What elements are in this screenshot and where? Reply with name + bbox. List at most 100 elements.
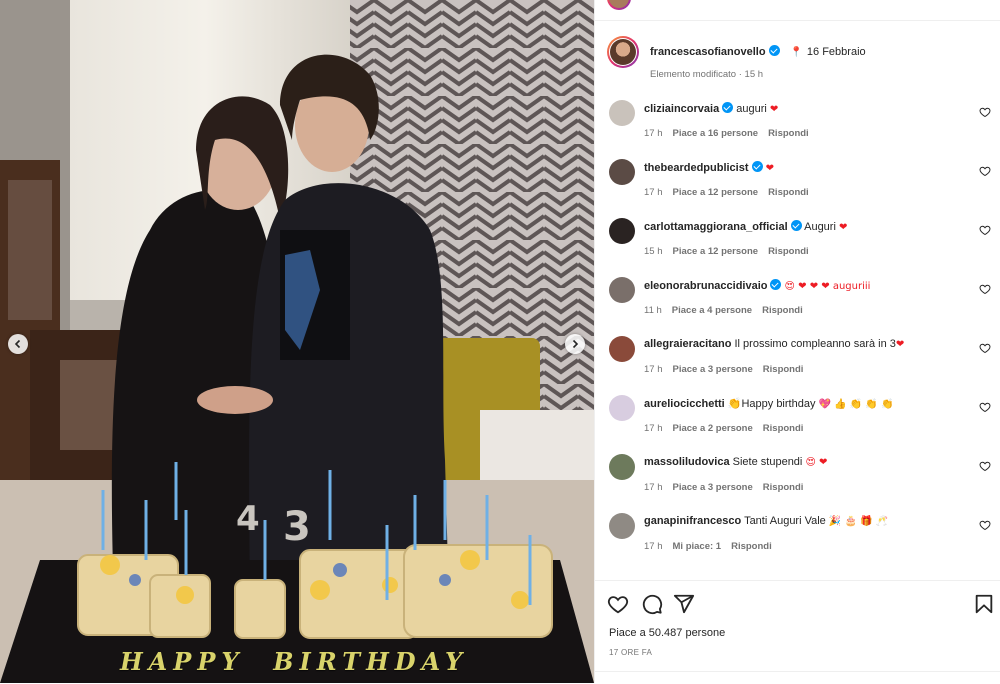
reply-button[interactable]: Rispondi bbox=[763, 423, 804, 434]
heart-icon[interactable] bbox=[607, 593, 629, 615]
reply-button[interactable]: Rispondi bbox=[768, 128, 809, 139]
likes-count[interactable]: Piace a 50.487 persone bbox=[609, 627, 725, 639]
author-avatar-small[interactable] bbox=[607, 0, 631, 10]
comment-likes[interactable]: Mi piace: 1 bbox=[673, 541, 722, 552]
commenter-avatar[interactable] bbox=[609, 159, 635, 185]
chevron-right-icon[interactable] bbox=[565, 334, 585, 354]
svg-text:3: 3 bbox=[283, 504, 311, 550]
commenter-avatar[interactable] bbox=[609, 277, 635, 303]
comment-like-heart-icon[interactable] bbox=[979, 224, 991, 236]
comment-username[interactable]: thebeardedpublicist bbox=[644, 162, 749, 174]
comment-time: 11 h bbox=[644, 305, 662, 316]
post-photo[interactable]: 3 4 HAPPY BIRTHDAY bbox=[0, 0, 594, 683]
chevron-left-icon[interactable] bbox=[8, 334, 28, 354]
comment-item: allegraieracitano Il prossimo compleanno… bbox=[607, 334, 997, 393]
comment-likes[interactable]: Piace a 12 persone bbox=[673, 187, 759, 198]
comment-time: 17 h bbox=[644, 423, 663, 434]
comment-like-heart-icon[interactable] bbox=[979, 283, 991, 295]
verified-badge-icon bbox=[790, 220, 802, 231]
commenter-avatar[interactable] bbox=[609, 395, 635, 421]
comment-emoji: 😍 ❤ ❤ ❤ auguriii bbox=[784, 281, 871, 292]
comment-emoji: 🎉 🎂 🎁 🥂 bbox=[828, 516, 889, 527]
comment-username[interactable]: allegraieracitano bbox=[644, 338, 731, 350]
comment-like-heart-icon[interactable] bbox=[979, 401, 991, 413]
comment-likes[interactable]: Piace a 3 persone bbox=[673, 482, 753, 493]
commenter-avatar[interactable] bbox=[609, 100, 635, 126]
reply-button[interactable]: Rispondi bbox=[731, 541, 772, 552]
comment-emoji: 💖 👍 👏 👏 👏 bbox=[818, 399, 894, 410]
comment-text: auguri bbox=[736, 103, 767, 115]
comment-username[interactable]: massoliludovica bbox=[644, 456, 730, 468]
comment-item: cliziaincorvaia auguri ❤ 17 h Piace a 16 … bbox=[607, 98, 997, 157]
caption-text: 16 Febbraio bbox=[806, 46, 866, 58]
comment-likes[interactable]: Piace a 4 persone bbox=[672, 305, 752, 316]
verified-badge-icon bbox=[768, 45, 780, 56]
reply-button[interactable]: Rispondi bbox=[768, 187, 809, 198]
comment-text: Auguri bbox=[804, 221, 836, 233]
comment-time: 15 h bbox=[644, 246, 663, 257]
reply-button[interactable]: Rispondi bbox=[763, 482, 804, 493]
reply-button[interactable]: Rispondi bbox=[763, 364, 804, 375]
commenter-avatar[interactable] bbox=[609, 218, 635, 244]
cake-lettering: HAPPY BIRTHDAY bbox=[120, 647, 469, 676]
comments-list[interactable]: cliziaincorvaia auguri ❤ 17 h Piace a 16 … bbox=[607, 98, 997, 580]
pin-emoji: 📍 bbox=[790, 47, 803, 58]
comment-time: 17 h bbox=[644, 364, 663, 375]
comment-like-heart-icon[interactable] bbox=[979, 460, 991, 472]
comment-like-heart-icon[interactable] bbox=[979, 106, 991, 118]
post-actions-bar: Piace a 50.487 persone 17 ORE FA bbox=[595, 580, 1000, 684]
bookmark-icon[interactable] bbox=[973, 593, 995, 615]
verified-badge-icon bbox=[722, 102, 734, 113]
comment-item: carlottamaggiorana_official Auguri ❤ 15 … bbox=[607, 216, 997, 275]
edited-label: Elemento modificato bbox=[650, 69, 737, 80]
verified-badge-icon bbox=[770, 279, 782, 290]
post-side-panel: francescasofianovello 📍 16 Febbraio Elem… bbox=[594, 0, 1000, 683]
commenter-avatar[interactable] bbox=[609, 336, 635, 362]
comment-emoji: 😍 ❤ bbox=[805, 457, 828, 468]
verified-badge-icon bbox=[751, 161, 763, 172]
comment-item: aureliocicchetti 👏Happy birthday 💖 👍 👏 👏… bbox=[607, 393, 997, 452]
photo-illustration: 3 4 bbox=[0, 0, 594, 683]
edited-time: 15 h bbox=[744, 69, 764, 80]
comment-icon[interactable] bbox=[641, 593, 663, 615]
comment-text: Tanti Auguri Vale bbox=[744, 515, 826, 527]
comment-item: thebeardedpublicist ❤ 17 h Piace a 12 per… bbox=[607, 157, 997, 216]
author-username[interactable]: francescasofianovello bbox=[650, 46, 766, 58]
comment-like-heart-icon[interactable] bbox=[979, 519, 991, 531]
post-time[interactable]: 17 ORE FA bbox=[609, 648, 652, 657]
comment-time: 17 h bbox=[644, 187, 663, 198]
comment-likes[interactable]: Piace a 3 persone bbox=[673, 364, 753, 375]
comment-like-heart-icon[interactable] bbox=[979, 342, 991, 354]
commenter-avatar[interactable] bbox=[609, 454, 635, 480]
comment-time: 17 h bbox=[644, 128, 663, 139]
comment-text: 👏Happy birthday bbox=[727, 398, 816, 410]
comment-username[interactable]: cliziaincorvaia bbox=[644, 103, 719, 115]
comment-emoji: ❤ bbox=[765, 163, 774, 174]
svg-text:4: 4 bbox=[236, 499, 260, 539]
comment-text: Siete stupendi bbox=[732, 456, 803, 468]
comment-time: 17 h bbox=[644, 541, 663, 552]
author-avatar[interactable] bbox=[607, 36, 639, 68]
reply-button[interactable]: Rispondi bbox=[762, 305, 803, 316]
comment-emoji: ❤ bbox=[769, 104, 779, 115]
reply-button[interactable]: Rispondi bbox=[768, 246, 809, 257]
comment-text: Il prossimo compleanno sarà in 3 bbox=[734, 338, 896, 350]
comment-username[interactable]: ganapinifrancesco bbox=[644, 515, 741, 527]
comment-username[interactable]: carlottamaggiorana_official bbox=[644, 221, 788, 233]
comment-likes[interactable]: Piace a 12 persone bbox=[673, 246, 759, 257]
comment-username[interactable]: aureliocicchetti bbox=[644, 398, 725, 410]
comment-likes[interactable]: Piace a 2 persone bbox=[673, 423, 753, 434]
comment-likes[interactable]: Piace a 16 persone bbox=[673, 128, 759, 139]
comment-item: massoliludovica Siete stupendi 😍 ❤ 17 h P… bbox=[607, 452, 997, 511]
comment-item: eleonorabrunaccidivaio 😍 ❤ ❤ ❤ auguriii … bbox=[607, 275, 997, 334]
comment-emoji: ❤ bbox=[895, 339, 905, 350]
comment-like-heart-icon[interactable] bbox=[979, 165, 991, 177]
comment-username[interactable]: eleonorabrunaccidivaio bbox=[644, 280, 767, 292]
comment-emoji: ❤ bbox=[838, 222, 848, 233]
comment-item: ganapinifrancesco Tanti Auguri Vale 🎉 🎂 … bbox=[607, 511, 997, 570]
share-icon[interactable] bbox=[673, 593, 695, 615]
post-header bbox=[595, 0, 1000, 21]
divider bbox=[595, 671, 1000, 672]
commenter-avatar[interactable] bbox=[609, 513, 635, 539]
comment-time: 17 h bbox=[644, 482, 663, 493]
